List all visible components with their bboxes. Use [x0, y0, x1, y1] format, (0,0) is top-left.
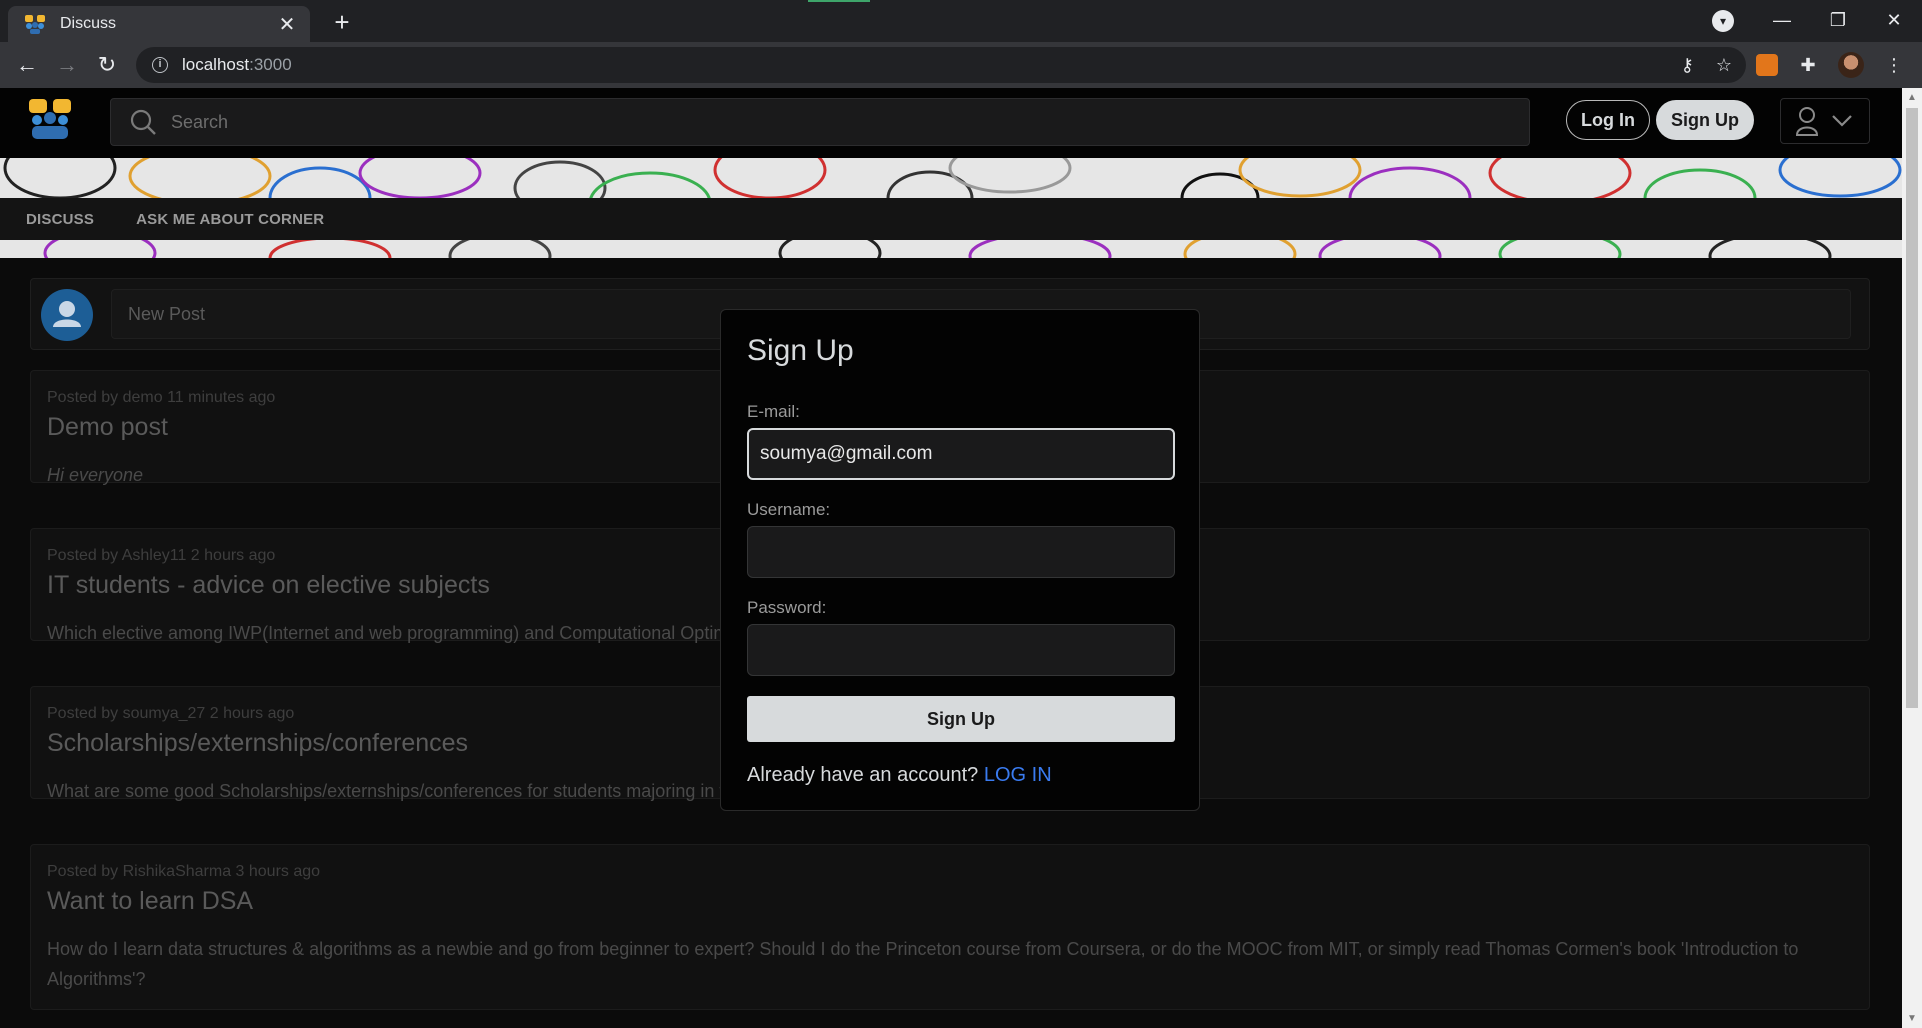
username-label: Username:	[747, 500, 831, 519]
discuss-logo-icon[interactable]	[28, 98, 72, 140]
back-arrow-icon[interactable]: ←	[10, 48, 44, 82]
avatar	[41, 289, 93, 341]
tab-strip-indicator	[808, 0, 870, 2]
profile-avatar-icon[interactable]	[1838, 52, 1864, 78]
subnav-bar: DISCUSS ASK ME ABOUT CORNER	[0, 198, 1902, 240]
browser-tabbar: Discuss ✕ + ▾ — ❐ ✕	[0, 0, 1922, 42]
minimize-icon[interactable]: —	[1754, 0, 1810, 42]
site-info-icon[interactable]: i	[152, 57, 168, 73]
scroll-up-icon[interactable]: ▲	[1907, 92, 1917, 103]
user-menu-dropdown[interactable]	[1780, 98, 1870, 144]
chrome-menu-icon[interactable]: ⋮	[1882, 53, 1906, 77]
email-label: E-mail:	[747, 402, 800, 421]
search-placeholder: Search	[171, 111, 229, 132]
username-field[interactable]	[747, 526, 1175, 578]
new-tab-button[interactable]: +	[326, 6, 358, 38]
scroll-down-icon[interactable]: ▼	[1907, 1013, 1917, 1024]
signup-button[interactable]: Sign Up	[1656, 100, 1754, 140]
chevron-down-icon	[1832, 115, 1852, 127]
email-field[interactable]: soumya@gmail.com	[747, 428, 1175, 480]
window-close-icon[interactable]: ✕	[1866, 0, 1922, 42]
address-bar[interactable]: i localhost:3000 ⚷ ☆	[136, 47, 1746, 83]
search-bar[interactable]: Search	[110, 98, 1530, 146]
bookmark-star-icon[interactable]: ☆	[1716, 55, 1732, 76]
subnav-ask-me-about-corner[interactable]: ASK ME ABOUT CORNER	[136, 211, 324, 228]
login-button[interactable]: Log In	[1566, 100, 1650, 140]
scrollbar-thumb[interactable]	[1906, 108, 1918, 708]
signup-submit-button[interactable]: Sign Up	[747, 696, 1175, 742]
tab-title: Discuss	[60, 15, 117, 32]
discuss-favicon-icon	[25, 15, 45, 34]
subnav-discuss[interactable]: DISCUSS	[26, 211, 94, 228]
url-host: localhost	[182, 55, 250, 74]
key-icon[interactable]: ⚷	[1681, 55, 1694, 76]
url-port: :3000	[249, 55, 292, 74]
page-scrollbar[interactable]: ▲ ▼	[1902, 88, 1922, 1028]
search-icon	[130, 109, 156, 135]
modal-footer: Already have an account? LOG IN	[747, 764, 1173, 787]
password-field[interactable]	[747, 624, 1175, 676]
browser-tab[interactable]: Discuss ✕	[8, 6, 310, 42]
page: Search Log In Sign Up DISCUSS ASK ME ABO…	[0, 88, 1902, 1028]
extension-icons: ✚ ⋮	[1756, 48, 1906, 82]
url-text: localhost:3000	[182, 55, 292, 75]
footer-text: Already have an account?	[747, 764, 979, 786]
omnibox-actions: ⚷ ☆	[1681, 47, 1732, 83]
extensions-puzzle-icon[interactable]: ✚	[1796, 53, 1820, 77]
window-controls: — ❐ ✕	[1754, 0, 1922, 42]
signup-modal: Sign Up E-mail: soumya@gmail.com Usernam…	[720, 309, 1200, 811]
user-icon	[1795, 107, 1819, 136]
tab-search-icon[interactable]: ▾	[1712, 10, 1734, 32]
login-link[interactable]: LOG IN	[984, 764, 1052, 786]
site-header: Search Log In Sign Up	[0, 88, 1902, 158]
post-card[interactable]: Posted by RishikaSharma 3 hours ago Want…	[30, 844, 1870, 1010]
forward-arrow-icon[interactable]: →	[50, 48, 84, 82]
post-meta: Posted by RishikaSharma 3 hours ago	[47, 863, 321, 880]
modal-title: Sign Up	[747, 334, 854, 367]
metamask-fox-icon[interactable]	[1756, 54, 1778, 76]
password-label: Password:	[747, 598, 827, 617]
browser-toolbar: ← → ↻ i localhost:3000 ⚷ ☆ ✚ ⋮	[0, 42, 1922, 88]
default-avatar-icon	[53, 301, 81, 327]
post-title[interactable]: Want to learn DSA	[47, 887, 1853, 916]
reload-icon[interactable]: ↻	[90, 48, 124, 82]
restore-icon[interactable]: ❐	[1810, 0, 1866, 42]
post-body: How do I learn data structures & algorit…	[47, 939, 1799, 989]
tab-close-icon[interactable]: ✕	[276, 12, 298, 37]
